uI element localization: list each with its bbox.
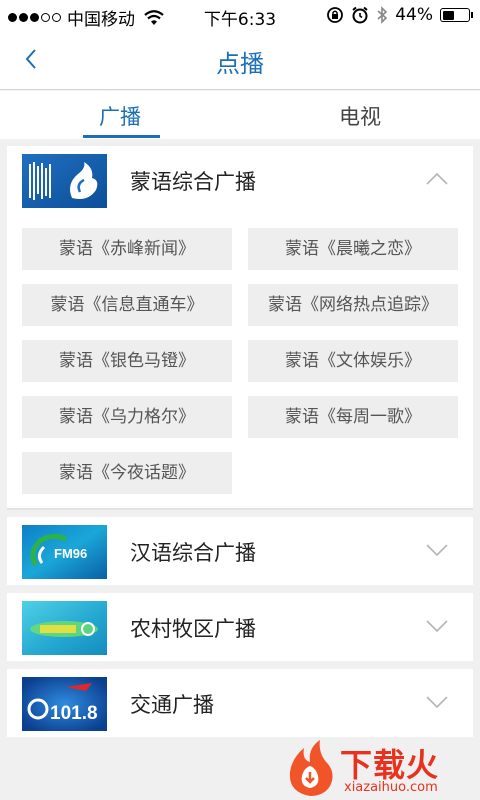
program-item[interactable]: 蒙语《银色马镫》 xyxy=(22,340,232,382)
chevron-down-icon xyxy=(426,544,448,557)
program-item[interactable]: 蒙语《乌力格尔》 xyxy=(22,396,232,438)
station-name: 交通广播 xyxy=(130,693,214,717)
station-name: 蒙语综合广播 xyxy=(130,170,256,194)
station-name: 农村牧区广播 xyxy=(130,617,256,641)
tab-tv[interactable]: 电视 xyxy=(240,101,480,131)
status-bar: 中国移动 下午6:33 44% xyxy=(0,0,480,30)
station-header-chinese[interactable]: FM96 汉语综合广播 xyxy=(7,517,473,583)
status-right: 44% xyxy=(326,5,473,25)
station-card-mongolian: 蒙语综合广播 蒙语《赤峰新闻》 蒙语《晨曦之恋》 蒙语《信息直通车》 蒙语《网络… xyxy=(7,146,473,510)
alarm-icon xyxy=(352,6,368,24)
chevron-down-icon xyxy=(426,620,448,633)
station-header-traffic[interactable]: 101.8 交通广播 xyxy=(7,669,473,735)
tab-broadcast[interactable]: 广播 xyxy=(0,101,240,131)
chevron-up-icon xyxy=(426,172,448,185)
active-tab-indicator xyxy=(83,135,160,138)
flame-logo-icon xyxy=(289,740,333,796)
station-card-traffic: 101.8 交通广播 xyxy=(7,669,473,737)
tab-bar: 广播 电视 xyxy=(0,91,480,139)
station-card-chinese: FM96 汉语综合广播 xyxy=(7,517,473,585)
program-item[interactable]: 蒙语《文体娱乐》 xyxy=(248,340,458,382)
logo-traffic-text: 101.8 xyxy=(50,703,98,724)
program-item[interactable]: 蒙语《每周一歌》 xyxy=(248,396,458,438)
station-logo-rural xyxy=(22,601,107,655)
program-item[interactable]: 蒙语《今夜话题》 xyxy=(22,452,232,494)
logo-fm96-text: FM96 xyxy=(54,546,87,561)
battery-percent: 44% xyxy=(395,5,433,25)
navigation-bar: 点播 xyxy=(0,30,480,90)
station-card-rural: 农村牧区广播 xyxy=(7,593,473,661)
card-divider xyxy=(7,508,473,510)
watermark: 下载火 xiazaihuo.com xyxy=(280,738,480,800)
program-item[interactable]: 蒙语《网络热点追踪》 xyxy=(248,284,458,326)
program-item[interactable]: 蒙语《赤峰新闻》 xyxy=(22,228,232,270)
station-name: 汉语综合广播 xyxy=(130,541,256,565)
station-logo-mongolian xyxy=(22,154,107,208)
watermark-url: xiazaihuo.com xyxy=(344,780,438,795)
station-logo-chinese: FM96 xyxy=(22,525,107,579)
program-item[interactable]: 蒙语《晨曦之恋》 xyxy=(248,228,458,270)
rotation-lock-icon xyxy=(327,7,344,23)
station-logo-traffic: 101.8 xyxy=(22,677,107,731)
battery-icon xyxy=(440,8,473,22)
station-header-mongolian[interactable]: 蒙语综合广播 xyxy=(7,146,473,212)
program-item[interactable]: 蒙语《信息直通车》 xyxy=(22,284,232,326)
station-header-rural[interactable]: 农村牧区广播 xyxy=(7,593,473,659)
chevron-down-icon xyxy=(426,696,448,709)
page-title: 点播 xyxy=(216,50,264,78)
bluetooth-icon xyxy=(377,6,388,24)
battery-fill xyxy=(442,10,454,20)
